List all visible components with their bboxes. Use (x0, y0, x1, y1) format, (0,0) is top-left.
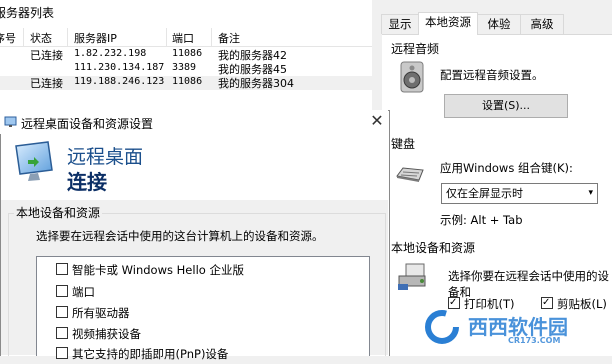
tab-advanced[interactable]: 高级 (520, 14, 564, 34)
header-port[interactable]: 端口 (172, 30, 194, 46)
row-port: 11086 (172, 48, 203, 59)
column-separator (23, 28, 24, 46)
dialog-title: 远程桌面设备和资源设置 (21, 117, 154, 131)
row-note: 我的服务器304 (218, 77, 294, 90)
tab-experience[interactable]: 体验 (477, 14, 521, 34)
checkbox-unchecked[interactable] (56, 306, 68, 318)
header-status[interactable]: 状态 (30, 30, 52, 46)
hero-title-line2: 连接 (67, 170, 107, 194)
local-devices-title: 本地设备和资源 (391, 241, 476, 255)
keyboard-title: 键盘 (391, 137, 416, 151)
list-item[interactable]: 视频捕获设备 (56, 326, 141, 344)
watermark-url: CR173.COM (508, 336, 561, 345)
tab-local-resources[interactable]: 本地资源 (418, 12, 478, 35)
list-item[interactable]: 端口 (56, 284, 95, 302)
column-separator (67, 28, 68, 46)
remote-desktop-small-icon (4, 116, 17, 128)
item-label: 其它支持的即插即用(PnP)设备 (72, 347, 229, 361)
row-ip: 111.230.134.187 (74, 62, 165, 73)
keyboard-label: 应用Windows 组合键(K): (440, 161, 573, 175)
groupbox-description: 选择要在远程会话中使用的这台计算机上的设备和资源。 (36, 229, 324, 243)
remote-desktop-icon (12, 140, 56, 184)
checkbox-unchecked[interactable] (56, 285, 68, 297)
header-note[interactable]: 备注 (218, 30, 240, 46)
remote-audio-title: 远程音频 (391, 42, 440, 56)
list-item[interactable]: 其它支持的即插即用(PnP)设备 (56, 346, 228, 364)
table-row[interactable]: 已连接 1.82.232.198 11086 我的服务器42 (0, 48, 372, 62)
row-ip: 1.82.232.198 (74, 48, 147, 59)
row-port: 3389 (172, 62, 197, 73)
server-list-caption: 服务器列表 (0, 6, 55, 20)
watermark-logo: 西西软件园 CR173.COM (420, 305, 610, 349)
column-separator (166, 28, 167, 46)
keyboard-combination-select[interactable]: 仅在全屏显示时 ▾ (441, 183, 598, 204)
header-ip[interactable]: 服务器IP (74, 30, 117, 46)
list-item[interactable]: 智能卡或 Windows Hello 企业版 (56, 262, 244, 280)
list-item[interactable]: 所有驱动器 (56, 305, 130, 323)
chevron-down-icon: ▾ (588, 188, 593, 198)
remote-audio-description: 配置远程音频设置。 (440, 68, 544, 82)
audio-settings-button[interactable]: 设置(S)... (444, 94, 568, 118)
item-label: 端口 (72, 285, 95, 299)
select-value: 仅在全屏显示时 (446, 187, 523, 200)
groupbox-label: 本地设备和资源 (14, 204, 103, 221)
dialog-hero-banner (1, 134, 388, 200)
header-num[interactable]: 序号 (0, 30, 16, 46)
item-label: 智能卡或 Windows Hello 企业版 (72, 263, 244, 277)
devices-icon (396, 262, 430, 292)
item-label: 视频捕获设备 (72, 327, 141, 341)
checkbox-unchecked[interactable] (56, 347, 68, 359)
hero-title-line1: 远程桌面 (67, 146, 144, 168)
item-label: 所有驱动器 (72, 306, 130, 320)
row-ip: 119.188.246.123 (74, 76, 165, 87)
checkbox-unchecked[interactable] (56, 263, 68, 275)
row-status: 已连接 (30, 49, 63, 62)
row-status: 已连接 (30, 77, 63, 90)
table-row-selected[interactable]: 已连接 119.188.246.123 11086 我的服务器304 (0, 76, 372, 90)
row-port: 11086 (172, 76, 203, 87)
speaker-icon (395, 60, 429, 94)
close-icon[interactable]: ✕ (368, 112, 386, 130)
table-row[interactable]: 111.230.134.187 3389 我的服务器45 (0, 62, 372, 76)
keyboard-example: 示例: Alt + Tab (440, 213, 523, 227)
tab-display[interactable]: 显示 (381, 14, 419, 34)
keyboard-icon (395, 164, 425, 184)
checkbox-unchecked[interactable] (56, 327, 68, 339)
column-separator (211, 28, 212, 46)
